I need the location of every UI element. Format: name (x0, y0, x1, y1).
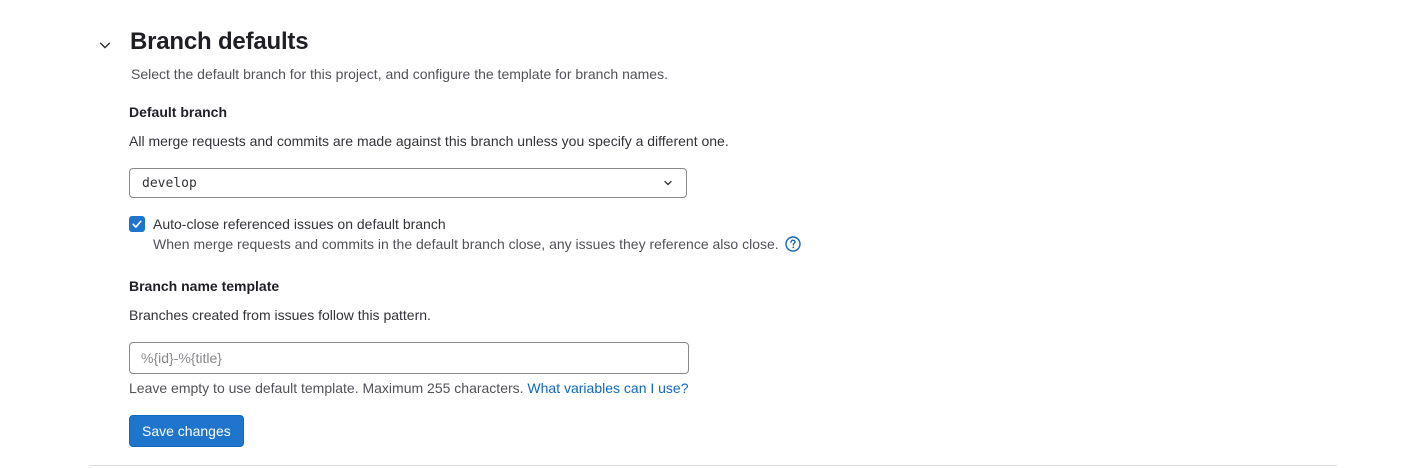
question-circle-icon[interactable] (784, 236, 801, 252)
branch-template-footer: Leave empty to use default template. Max… (129, 380, 689, 396)
collapse-toggle-button[interactable] (94, 34, 116, 56)
variables-help-link[interactable]: What variables can I use? (527, 380, 688, 396)
default-branch-select[interactable]: develop (129, 168, 687, 198)
branch-template-label: Branch name template (129, 278, 280, 294)
save-changes-button[interactable]: Save changes (129, 415, 244, 447)
default-branch-label: Default branch (129, 104, 228, 120)
auto-close-label[interactable]: Auto-close referenced issues on default … (153, 216, 446, 232)
chevron-down-icon (664, 180, 672, 186)
auto-close-checkbox[interactable] (129, 216, 145, 232)
branch-defaults-section: Branch defaults Select the default branc… (89, 0, 1337, 466)
auto-close-help-text: When merge requests and commits in the d… (153, 236, 779, 252)
check-icon (132, 220, 142, 228)
section-description: Select the default branch for this proje… (131, 66, 668, 82)
default-branch-selected-value: develop (142, 175, 197, 191)
auto-close-help: When merge requests and commits in the d… (153, 236, 801, 252)
default-branch-help: All merge requests and commits are made … (129, 133, 729, 149)
branch-template-footer-text: Leave empty to use default template. Max… (129, 380, 528, 396)
section-title: Branch defaults (130, 28, 309, 55)
branch-template-help: Branches created from issues follow this… (129, 307, 431, 323)
branch-template-input[interactable] (129, 342, 689, 374)
chevron-down-icon (99, 42, 111, 49)
